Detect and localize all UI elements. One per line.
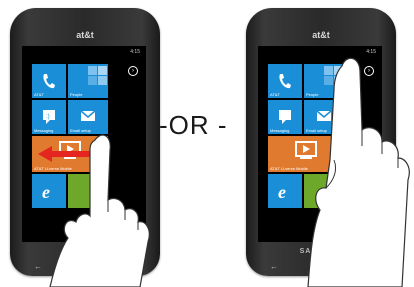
tile-phone[interactable]: AT&T (32, 64, 66, 98)
tile-label: People (70, 92, 83, 97)
carrier-logo: at&t (76, 30, 94, 40)
or-label: -OR - (159, 110, 228, 140)
svg-text:e: e (278, 182, 286, 202)
hand-left (49, 134, 150, 287)
status-bar: 4:15 (130, 49, 140, 55)
back-icon[interactable]: ← (270, 262, 278, 271)
carrier-logo: at&t (312, 30, 330, 40)
hand-right (307, 57, 410, 287)
tile-label: Messaging (270, 128, 290, 133)
arrow-right-icon[interactable]: › (128, 66, 138, 76)
tile-messaging[interactable]: :) Messaging (32, 100, 66, 134)
tile-people[interactable]: People (68, 64, 108, 98)
tile-label: AT&T (270, 92, 280, 97)
tile-label: AT&T (34, 92, 44, 97)
tile-email[interactable]: Email setup (68, 100, 108, 134)
svg-text::): :) (46, 114, 50, 120)
